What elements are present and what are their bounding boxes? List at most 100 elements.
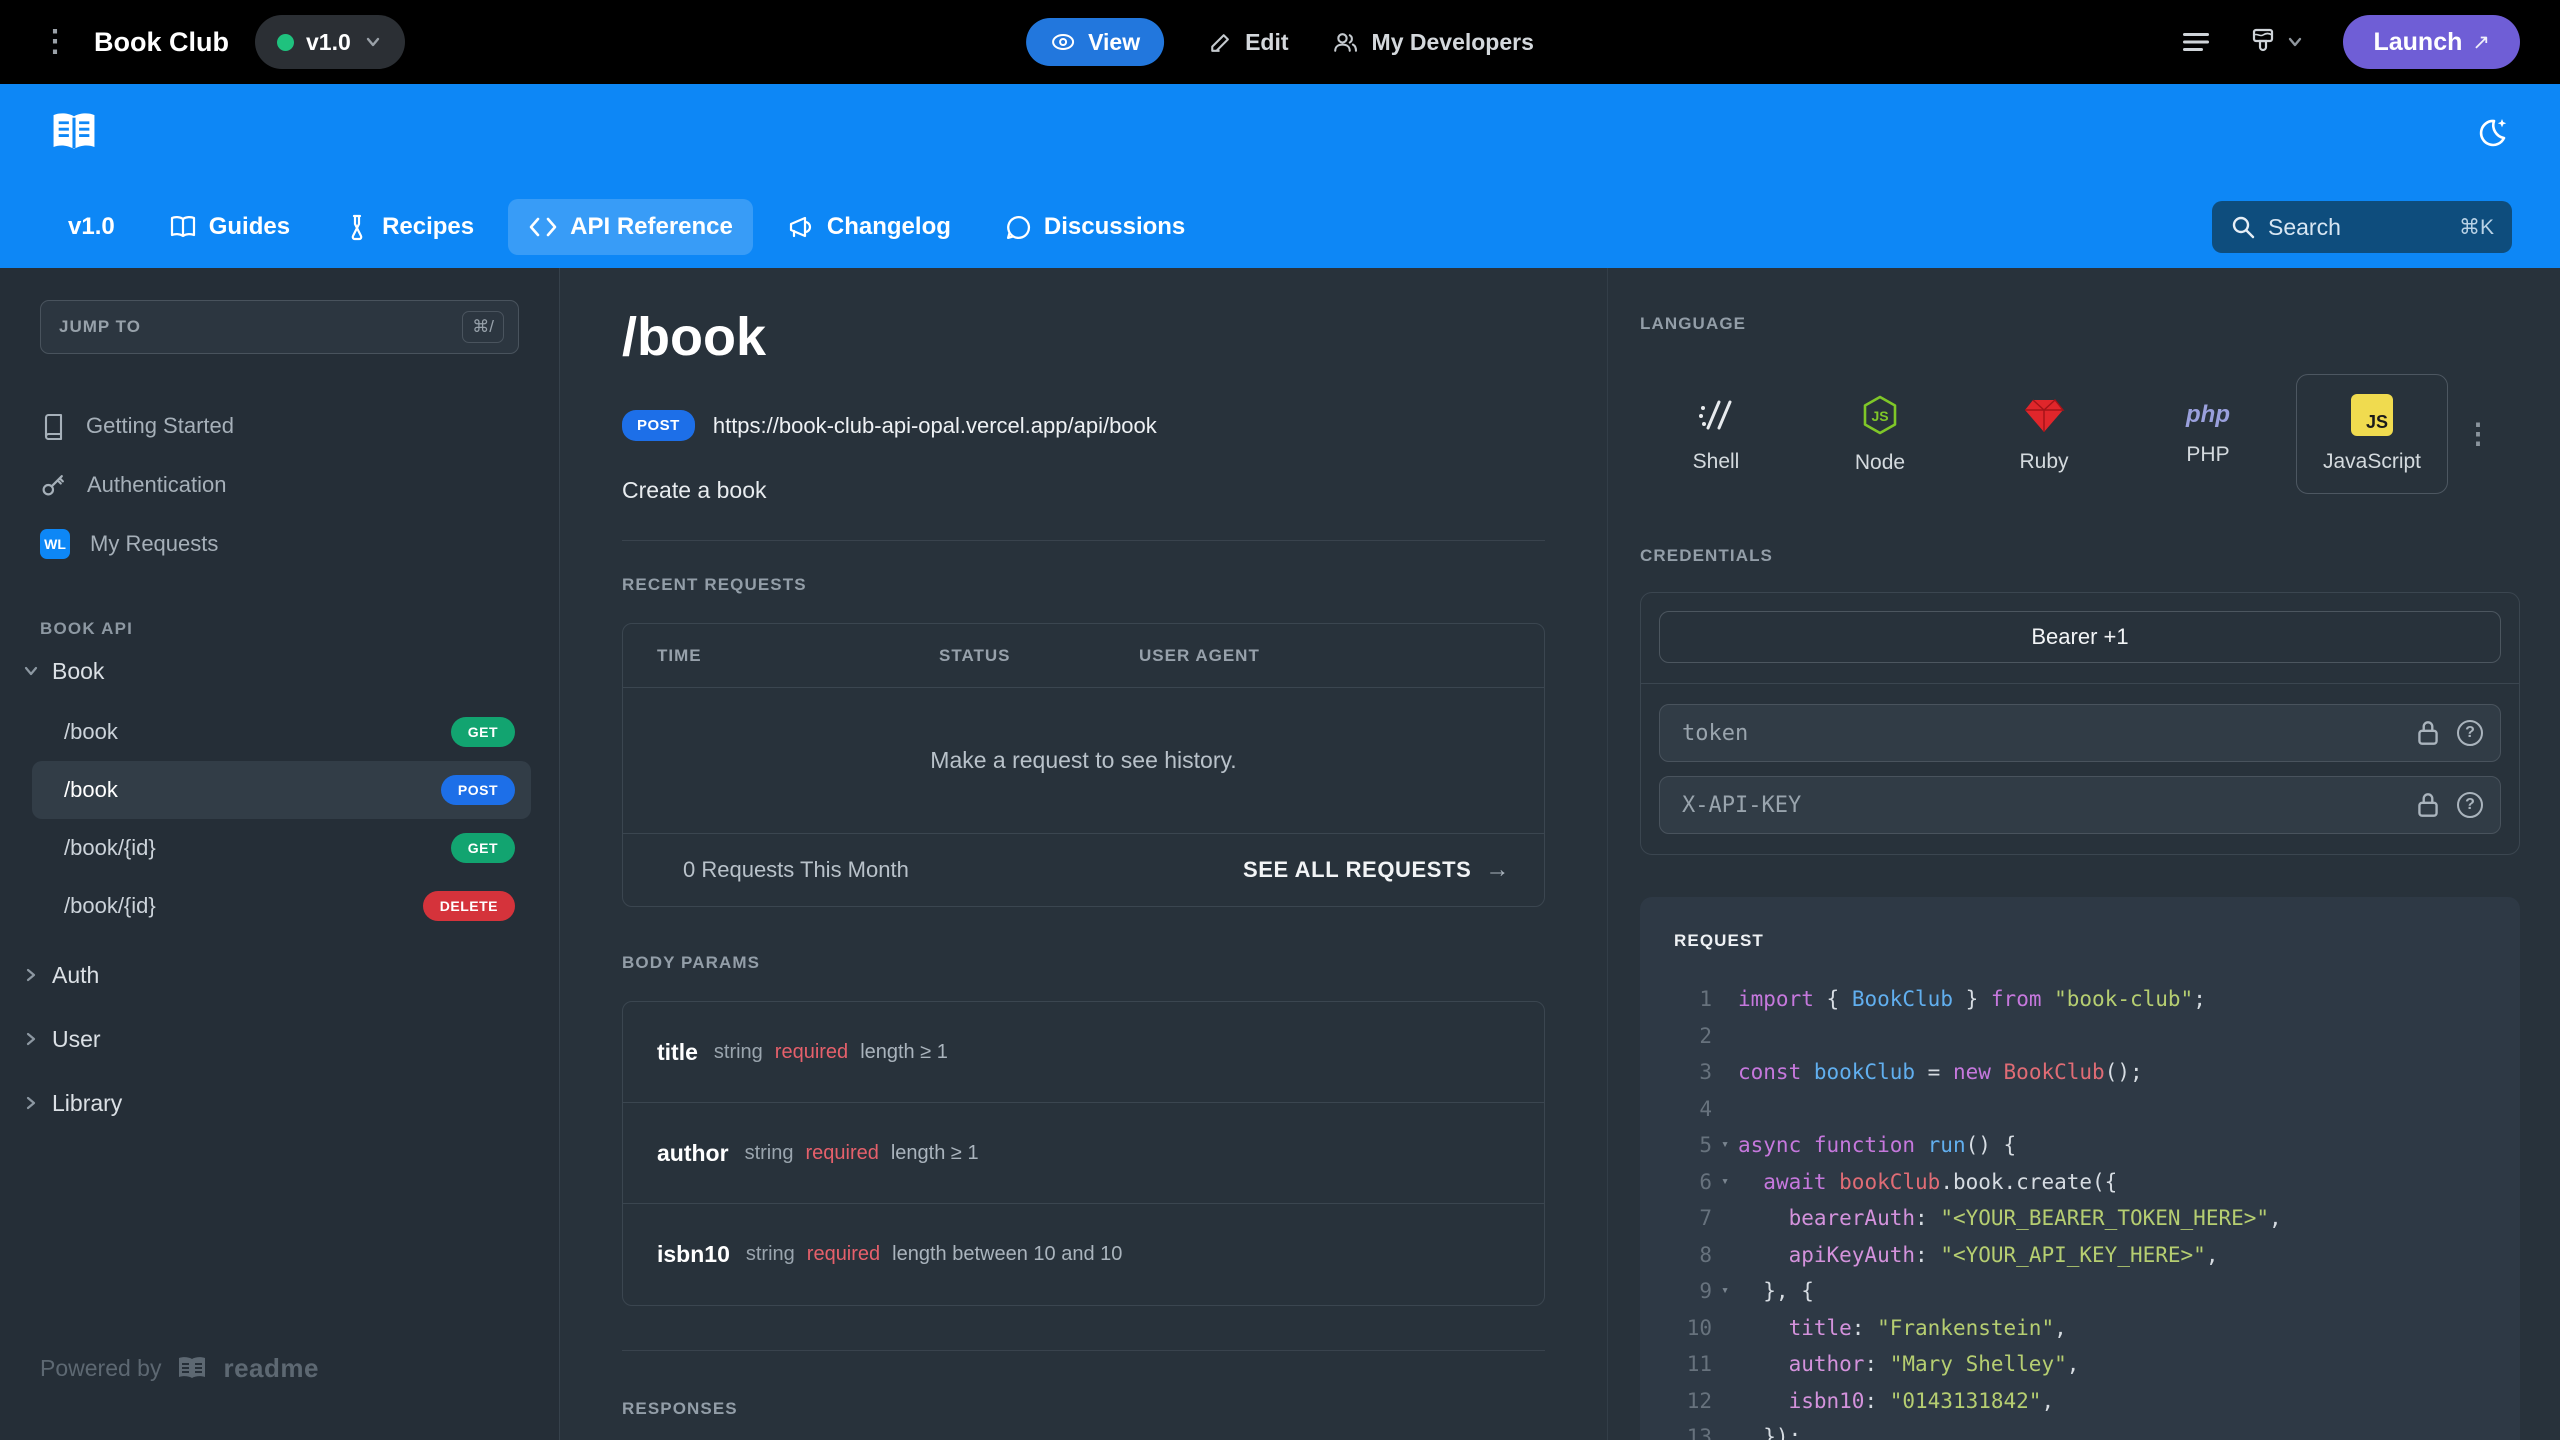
- lock-icon[interactable]: [2415, 790, 2441, 820]
- sidebar-group-auth[interactable]: Auth: [22, 943, 519, 1007]
- more-languages-icon[interactable]: ⋮: [2464, 419, 2492, 448]
- body-params-heading: BODY PARAMS: [622, 953, 761, 972]
- lock-icon[interactable]: [2415, 718, 2441, 748]
- search-shortcut: ⌘K: [2458, 215, 2494, 239]
- divider: [622, 1350, 1545, 1351]
- code-line: 4: [1699, 1096, 1712, 1121]
- chevron-right-icon: [22, 1030, 40, 1048]
- javascript-icon: JS: [2351, 394, 2393, 436]
- x-api-key-input[interactable]: [1659, 776, 2501, 834]
- top-bar: ⋮ Book Club v1.0 View Edit My Developers…: [0, 0, 2560, 84]
- method-badge-post: POST: [440, 775, 515, 805]
- chevron-down-icon: [366, 37, 379, 47]
- doc-nav: v1.0 Guides Recipes API Reference Change…: [0, 186, 2560, 268]
- search-placeholder: Search: [2268, 213, 2341, 240]
- content-area: JUMP TO ⌘/ Getting Started Authenticatio…: [0, 268, 2560, 1440]
- chevron-right-icon: [22, 1094, 40, 1112]
- column-status: STATUS: [939, 645, 1011, 665]
- tab-recipes[interactable]: Recipes: [324, 199, 494, 255]
- try-it-panel: LANGUAGE Shell JS Node Ruby php PHP JS J…: [1608, 268, 2560, 1440]
- shell-icon: [1699, 400, 1732, 430]
- help-icon[interactable]: ?: [2457, 792, 2483, 818]
- sidebar-group-book[interactable]: Book: [22, 639, 519, 703]
- code-line: 7 bearerAuth: "<YOUR_BEARER_TOKEN_HERE>"…: [1699, 1206, 2282, 1230]
- language-shell[interactable]: Shell: [1640, 374, 1792, 494]
- column-time: TIME: [657, 645, 702, 665]
- pencil-icon: [1211, 33, 1229, 52]
- tab-guides[interactable]: Guides: [149, 199, 310, 255]
- chevron-down-icon: [22, 662, 40, 680]
- theme-brush-menu[interactable]: [2249, 27, 2305, 57]
- language-selector: Shell JS Node Ruby php PHP JS JavaScript…: [1640, 374, 2520, 494]
- sidebar-item-authentication[interactable]: Authentication: [40, 455, 519, 514]
- endpoint-get-book-id[interactable]: /book/{id} GET: [32, 819, 531, 877]
- code-line: 10 title: "Frankenstein",: [1686, 1315, 2067, 1340]
- language-javascript[interactable]: JS JavaScript: [2296, 374, 2448, 494]
- chat-bubble-icon: [1006, 215, 1030, 239]
- tab-discussions[interactable]: Discussions: [985, 199, 1205, 255]
- powered-by-readme[interactable]: Powered by readme: [40, 1353, 319, 1384]
- jump-to-button[interactable]: JUMP TO ⌘/: [40, 300, 519, 354]
- project-logo-book-icon[interactable]: [48, 110, 100, 161]
- endpoint-delete-book-id[interactable]: /book/{id} DELETE: [32, 877, 531, 935]
- endpoint-doc: /book POST https://book-club-api-opal.ve…: [560, 268, 1608, 1440]
- divider: [1641, 683, 2519, 684]
- endpoint-post-book[interactable]: /book POST: [32, 761, 531, 819]
- token-input[interactable]: [1659, 704, 2501, 762]
- required-flag: required: [805, 1141, 879, 1164]
- code-line: 8 apiKeyAuth: "<YOUR_API_KEY_HERE>",: [1699, 1242, 2219, 1267]
- dark-mode-toggle[interactable]: [2470, 112, 2512, 159]
- menu-lines-icon[interactable]: [2181, 30, 2211, 54]
- readme-logo-icon: [179, 1356, 206, 1378]
- sidebar-item-my-requests[interactable]: WL My Requests: [40, 514, 519, 573]
- search-input[interactable]: Search ⌘K: [2212, 201, 2512, 253]
- flask-icon: [351, 214, 363, 241]
- jump-to-shortcut: ⌘/: [462, 311, 504, 343]
- tab-version[interactable]: v1.0: [48, 199, 135, 255]
- sidebar-group-user[interactable]: User: [22, 1007, 519, 1071]
- table-footer-row: 0 Requests This Month SEE ALL REQUESTS →: [623, 834, 1544, 906]
- tab-changelog[interactable]: Changelog: [767, 199, 971, 255]
- param-row-isbn10[interactable]: isbn10 string required length between 10…: [623, 1204, 1544, 1305]
- ruby-icon: [2025, 398, 2065, 432]
- svg-text:JS: JS: [1871, 408, 1888, 424]
- project-menu-icon[interactable]: ⋮: [40, 27, 70, 57]
- code-line: 12 isbn10: "0143131842",: [1686, 1388, 2055, 1413]
- table-empty-state: Make a request to see history.: [623, 688, 1544, 834]
- my-developers-button[interactable]: My Developers: [1333, 29, 1534, 56]
- language-ruby[interactable]: Ruby: [1968, 374, 2120, 494]
- node-icon: JS: [1863, 395, 1897, 435]
- recent-requests-heading: RECENT REQUESTS: [622, 575, 807, 594]
- divider: [622, 540, 1545, 541]
- param-row-author[interactable]: author string required length ≥ 1: [623, 1103, 1544, 1204]
- method-badge-get: GET: [450, 833, 515, 863]
- method-badge: POST: [622, 410, 695, 441]
- code-line: 6 ▾ await bookClub.book.create({: [1699, 1169, 2118, 1194]
- body-params-card: title string required length ≥ 1 author …: [622, 1001, 1545, 1306]
- view-button[interactable]: View: [1026, 18, 1165, 66]
- method-badge-delete: DELETE: [422, 891, 515, 921]
- endpoint-url[interactable]: https://book-club-api-opal.vercel.app/ap…: [713, 413, 1157, 439]
- launch-button[interactable]: Launch ↗: [2343, 15, 2520, 69]
- code-editor[interactable]: 1 import { BookClub } from "book-club"; 2 3…: [1674, 981, 2520, 1440]
- language-node[interactable]: JS Node: [1804, 374, 1956, 494]
- tab-api-reference[interactable]: API Reference: [508, 199, 753, 255]
- language-php[interactable]: php PHP: [2132, 374, 2284, 494]
- megaphone-icon: [789, 216, 811, 238]
- token-field-wrap: ?: [1659, 704, 2501, 762]
- see-all-requests-link[interactable]: SEE ALL REQUESTS →: [1243, 856, 1510, 884]
- topbar-actions: Launch ↗: [2181, 15, 2520, 69]
- sidebar-item-getting-started[interactable]: Getting Started: [40, 396, 519, 455]
- edit-button[interactable]: Edit: [1208, 29, 1289, 56]
- users-icon: [1334, 32, 1358, 52]
- help-icon[interactable]: ?: [2457, 720, 2483, 746]
- endpoint-get-book[interactable]: /book GET: [32, 703, 531, 761]
- code-line: 1 import { BookClub } from "book-club";: [1699, 987, 2206, 1011]
- param-row-title[interactable]: title string required length ≥ 1: [623, 1002, 1544, 1103]
- sidebar-group-library[interactable]: Library: [22, 1071, 519, 1135]
- credentials-heading: CREDENTIALS: [1640, 546, 1773, 565]
- version-label: v1.0: [306, 28, 351, 55]
- required-flag: required: [774, 1040, 849, 1063]
- bearer-auth-button[interactable]: Bearer +1: [1659, 611, 2501, 663]
- version-selector[interactable]: v1.0: [255, 15, 405, 69]
